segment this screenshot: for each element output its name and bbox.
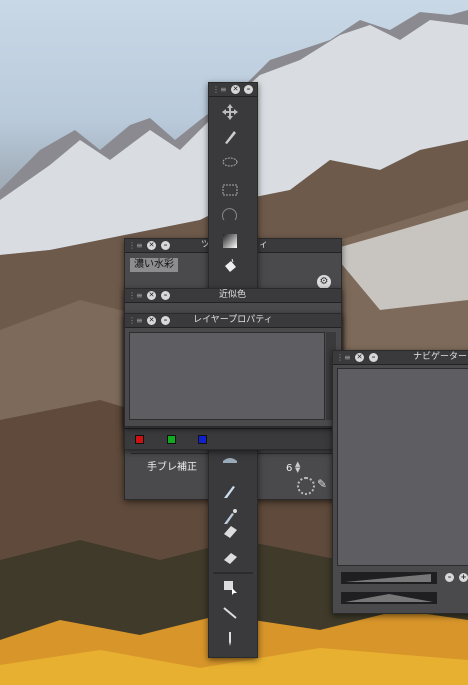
close-icon[interactable]: ✕ — [355, 353, 364, 362]
minimize-icon[interactable]: – — [161, 241, 170, 250]
approx-color-title: 近似色 — [219, 290, 247, 300]
marquee-icon[interactable] — [219, 180, 241, 200]
layer-property-window: ⋮≡ ✕ – レイヤープロパティ — [124, 313, 342, 427]
zoom-out-icon[interactable]: – — [445, 573, 454, 582]
grip-icon[interactable]: ⋮≡ — [128, 292, 143, 300]
minimize-icon[interactable]: – — [244, 85, 253, 94]
tool-property-title-tail: ィ — [259, 240, 269, 250]
pen-tool-icon[interactable] — [219, 127, 241, 147]
watercolor-icon[interactable] — [219, 481, 241, 501]
gradient-icon[interactable] — [219, 231, 241, 251]
stabilizer-dial-icon[interactable] — [297, 477, 315, 495]
stepper-icon[interactable]: ▲ ▼ — [295, 461, 300, 474]
toolbox-titlebar[interactable]: ⋮≡ ✕ – — [209, 83, 257, 97]
lasso-icon[interactable] — [219, 153, 241, 173]
stabilizer-label: 手ブレ補正 — [147, 462, 197, 473]
eraser-icon[interactable] — [219, 521, 241, 541]
approx-color-titlebar[interactable]: ⋮≡ ✕ – 近似色 — [125, 289, 341, 303]
settings-icon[interactable]: ⚙ — [317, 275, 331, 289]
close-icon[interactable]: ✕ — [147, 241, 156, 250]
navigator-preview — [337, 368, 468, 566]
zoom-in-icon[interactable]: + — [459, 573, 468, 582]
blend-eraser-icon[interactable] — [219, 547, 241, 567]
color-swatch-red[interactable] — [135, 435, 144, 444]
layer-property-title: レイヤープロパティ — [193, 315, 273, 325]
minimize-icon[interactable]: – — [369, 353, 378, 362]
brush-size-icon[interactable]: ✎ — [317, 477, 327, 491]
zoom-slider[interactable] — [341, 572, 437, 584]
layer-property-titlebar[interactable]: ⋮≡ ✕ – レイヤープロパティ — [125, 314, 341, 328]
layer-property-content — [129, 332, 325, 420]
color-swatch-blue[interactable] — [198, 435, 207, 444]
eyedropper-icon[interactable] — [219, 629, 241, 649]
move-icon[interactable] — [219, 102, 241, 122]
swatch-bar — [125, 428, 341, 449]
grip-icon[interactable]: ⋮≡ — [128, 317, 143, 325]
line-tool-icon[interactable] — [219, 603, 241, 623]
close-icon[interactable]: ✕ — [147, 316, 156, 325]
navigator-title: ナビゲーター — [413, 352, 468, 362]
stabilizer-value[interactable]: 6 — [286, 463, 292, 474]
close-icon[interactable]: ✕ — [147, 291, 156, 300]
brush-label[interactable]: 濃い水彩 — [130, 258, 178, 272]
grip-icon[interactable]: ⋮≡ — [336, 354, 351, 362]
minimize-icon[interactable]: – — [161, 291, 170, 300]
object-select-icon[interactable] — [219, 577, 241, 597]
close-icon[interactable]: ✕ — [231, 85, 240, 94]
fill-bucket-icon[interactable] — [219, 257, 241, 277]
navigator-titlebar[interactable]: ⋮≡ ✕ – ナビゲーター — [333, 351, 468, 365]
navigator-window: ⋮≡ ✕ – ナビゲーター – + — [332, 350, 468, 614]
grip-icon[interactable]: ⋮≡ — [128, 242, 143, 250]
airbrush-icon[interactable] — [219, 448, 241, 468]
magic-wand-icon[interactable] — [219, 205, 241, 225]
color-swatch-green[interactable] — [167, 435, 176, 444]
minimize-icon[interactable]: – — [161, 316, 170, 325]
grip-icon[interactable]: ⋮≡ — [212, 86, 227, 94]
rotate-slider[interactable] — [341, 592, 437, 604]
